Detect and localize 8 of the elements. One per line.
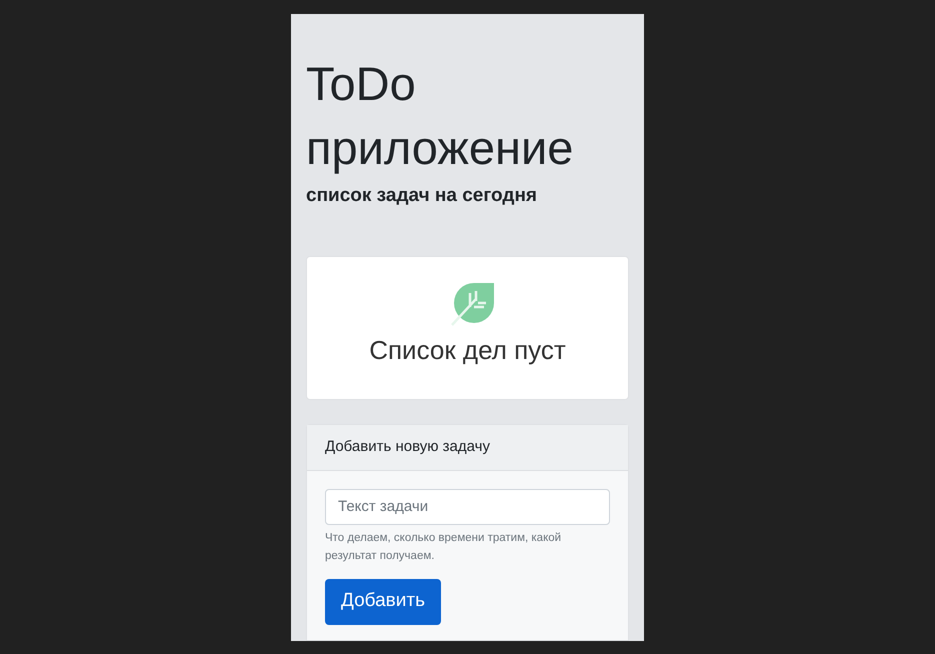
help-text: Что делаем, сколько времени тратим, какой результат получаем. bbox=[325, 530, 562, 564]
empty-message: Список дел пуст bbox=[369, 334, 566, 367]
leaf-icon bbox=[450, 281, 496, 327]
app-subtitle: список задач на сегодня bbox=[306, 184, 538, 208]
app-title: ToDo приложение bbox=[306, 56, 574, 176]
card-header: Добавить новую задачу bbox=[307, 424, 628, 470]
add-button[interactable]: Добавить bbox=[325, 578, 441, 624]
task-input-field[interactable]: Текст задачи bbox=[325, 488, 610, 524]
